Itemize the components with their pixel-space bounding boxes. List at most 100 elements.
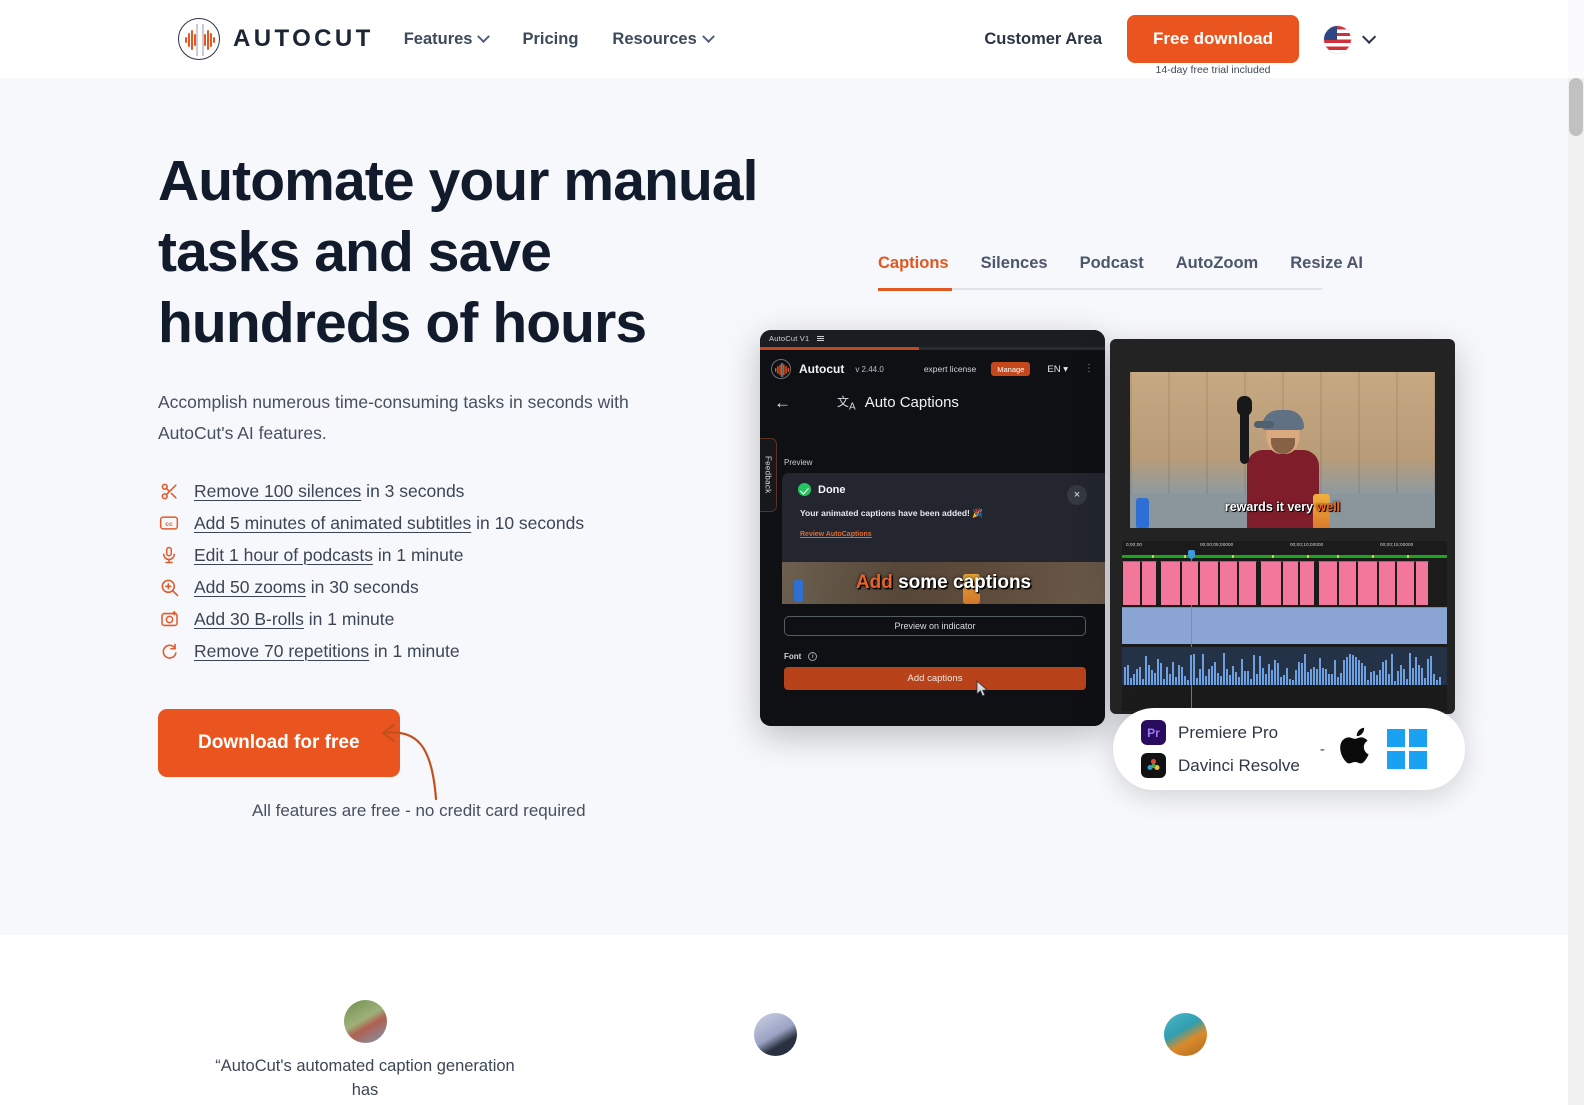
timeline-clip[interactable] — [1378, 561, 1396, 605]
waveform-bar — [1349, 653, 1351, 685]
waveform-bar — [1238, 676, 1240, 685]
timeline-clip[interactable] — [1122, 561, 1141, 605]
compatibility-badge: Pr Premiere Pro Davinci Resolve - — [1113, 708, 1465, 790]
waveform-bar — [1157, 659, 1159, 685]
timeline-clip[interactable] — [1318, 561, 1338, 605]
timeline-clip[interactable] — [1160, 561, 1181, 605]
app-page-title: 文A Auto Captions — [837, 393, 959, 412]
hero-subtitle: Accomplish numerous time-consuming tasks… — [158, 392, 629, 443]
waveform-bar — [1406, 678, 1408, 685]
waveform-bar — [1334, 660, 1336, 685]
editor-timeline[interactable]: 0;00;00 00;00;05;00000 00;00;10;00000 00… — [1122, 541, 1447, 711]
demo-tabs: Captions Silences Podcast AutoZoom Resiz… — [878, 254, 1363, 285]
chevron-down-icon — [701, 29, 715, 43]
feature-link-remove-silences[interactable]: Remove 100 silences — [194, 481, 361, 501]
waveform-bar — [1295, 669, 1297, 685]
timeline-clip[interactable] — [1338, 561, 1357, 605]
translate-icon: 文A — [837, 395, 856, 413]
feedback-tab[interactable]: Feedback — [760, 438, 777, 512]
list-item: Remove 100 silences in 3 seconds — [158, 480, 758, 502]
timeline-ruler: 0;00;00 00;00;05;00000 00;00;10;00000 00… — [1122, 541, 1447, 554]
timeline-clip[interactable] — [1299, 561, 1315, 605]
info-icon[interactable]: i — [808, 652, 818, 661]
feature-link-remove-repetitions[interactable]: Remove 70 repetitions — [194, 641, 369, 661]
scrollbar-thumb[interactable] — [1569, 78, 1583, 136]
waveform-bar — [1403, 668, 1405, 685]
timeline-clip[interactable] — [1219, 561, 1238, 605]
waveform-bar — [1325, 668, 1327, 685]
free-download-button[interactable]: Free download — [1127, 15, 1299, 63]
feature-link-add-zooms[interactable]: Add 50 zooms — [194, 577, 306, 597]
waveform-bar — [1253, 655, 1255, 685]
waveform-bar — [1358, 660, 1360, 685]
close-icon[interactable]: × — [1067, 485, 1087, 505]
waveform-bar — [1310, 668, 1312, 685]
license-label: expert license — [923, 364, 977, 374]
waveform-bar — [1409, 653, 1411, 685]
customer-area-link[interactable]: Customer Area — [984, 30, 1102, 49]
tab-podcast[interactable]: Podcast — [1080, 254, 1144, 285]
feature-link-edit-podcasts[interactable]: Edit 1 hour of podcasts — [194, 545, 373, 565]
timeline-clip[interactable] — [1141, 561, 1157, 605]
waveform-bar — [1367, 680, 1369, 685]
app-page-title-label: Auto Captions — [864, 394, 959, 412]
tab-silences[interactable]: Silences — [981, 254, 1048, 285]
timeline-clip[interactable] — [1260, 561, 1282, 605]
timeline-tick: 0;00;00 — [1126, 542, 1143, 547]
review-autocaptions-link[interactable]: Review AutoCaptions — [782, 519, 1105, 538]
timeline-video-track[interactable] — [1122, 561, 1447, 605]
app-language-selector[interactable]: EN ▾ — [1047, 364, 1068, 375]
waveform-bar — [1394, 680, 1396, 685]
page-scrollbar[interactable] — [1568, 0, 1584, 1105]
tab-resize-ai[interactable]: Resize AI — [1290, 254, 1363, 285]
tab-captions[interactable]: Captions — [878, 254, 949, 285]
avatar — [343, 1000, 387, 1043]
waveform-bar — [1223, 653, 1225, 685]
back-arrow-icon[interactable]: ← — [774, 393, 791, 413]
avatar — [1163, 1013, 1207, 1056]
waveform-bar — [1277, 662, 1279, 685]
timeline-clip[interactable] — [1282, 561, 1299, 605]
microphone-icon — [158, 544, 180, 566]
timeline-clip[interactable] — [1199, 561, 1219, 605]
us-flag-icon — [1324, 25, 1351, 53]
add-captions-button[interactable]: Add captions — [784, 667, 1086, 690]
font-setting-row: Font i — [784, 652, 818, 661]
language-selector[interactable] — [1324, 25, 1377, 53]
download-for-free-button[interactable]: Download for free — [158, 709, 400, 777]
active-tab-indicator — [878, 288, 952, 291]
app-name-premiere-pro: Premiere Pro — [1178, 722, 1279, 742]
feature-link-add-brolls[interactable]: Add 30 B-rolls — [194, 609, 304, 629]
timeline-clip[interactable] — [1415, 561, 1429, 605]
timeline-tick: 00;00;15;00000 — [1380, 542, 1414, 547]
nav-item-resources[interactable]: Resources — [612, 29, 715, 49]
more-options-icon[interactable]: ⋮ — [1084, 364, 1094, 374]
timeline-playhead[interactable] — [1188, 550, 1195, 708]
timeline-clip[interactable] — [1396, 561, 1415, 605]
waveform-bar — [1154, 673, 1156, 685]
preview-on-indicator-button[interactable]: Preview on indicator — [784, 616, 1086, 636]
menu-icon[interactable] — [817, 335, 825, 342]
timeline-audio-track[interactable] — [1122, 607, 1447, 644]
timeline-clip[interactable] — [1238, 561, 1257, 605]
timeline-clip[interactable] — [1181, 561, 1199, 605]
waveform-bar — [1301, 662, 1303, 685]
closed-caption-icon: cc — [158, 512, 180, 534]
tabs-underline — [878, 288, 1322, 291]
caption-preview-strip: Add some captions — [782, 562, 1105, 604]
feature-suffix: in 1 minute — [303, 608, 395, 629]
nav-item-features[interactable]: Features — [404, 30, 491, 49]
app-body: Autocut v 2.44.0 expert license Manage E… — [760, 350, 1105, 726]
manage-license-button[interactable]: Manage — [991, 362, 1031, 376]
feature-link-add-subtitles[interactable]: Add 5 minutes of animated subtitles — [194, 513, 471, 533]
nav-item-pricing[interactable]: Pricing — [522, 30, 578, 49]
separator-dash: - — [1319, 740, 1325, 758]
brand-logo[interactable]: AUTOCUT — [178, 18, 374, 60]
waveform-bar — [1244, 671, 1246, 685]
waveform-bar — [1283, 674, 1285, 685]
testimonial-card: “AutoCut's automated caption generation … — [205, 1000, 525, 1102]
waveform-bar — [1271, 669, 1273, 685]
tab-autozoom[interactable]: AutoZoom — [1176, 254, 1258, 285]
waveform-bar — [1226, 668, 1228, 685]
timeline-clip[interactable] — [1357, 561, 1378, 605]
